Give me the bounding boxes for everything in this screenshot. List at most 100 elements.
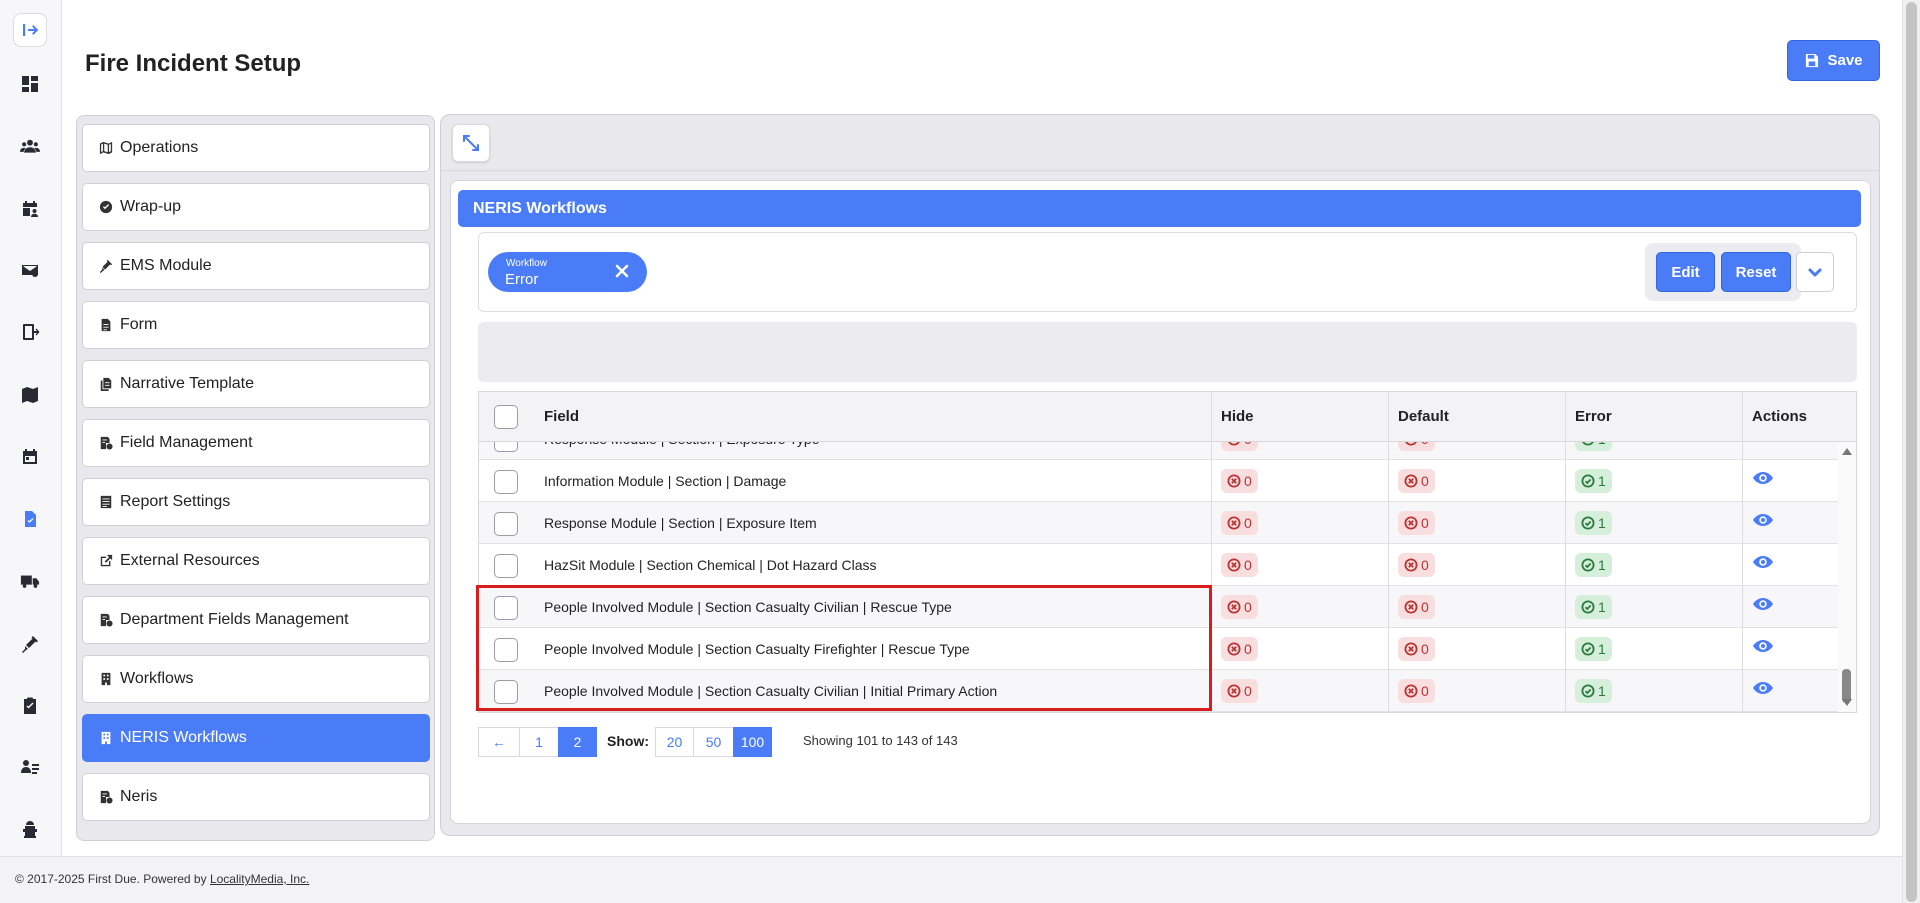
menu-item-narrative-template[interactable]: Narrative Template: [82, 360, 430, 408]
menu-item-ems-module[interactable]: EMS Module: [82, 242, 430, 290]
report-icon: [100, 495, 112, 509]
menu-item-workflows[interactable]: Workflows: [82, 655, 430, 703]
table-row: Response Module | Section | Exposure Typ…: [479, 442, 1838, 460]
mail-icon[interactable]: [12, 252, 48, 288]
table-row: People Involved Module | Section Casualt…: [479, 586, 1838, 628]
page-size-100[interactable]: 100: [733, 727, 772, 757]
table-row: HazSit Module | Section Chemical | Dot H…: [479, 544, 1838, 586]
sign-in-icon[interactable]: [13, 13, 47, 47]
menu-item-form[interactable]: Form: [82, 301, 430, 349]
error-badge: 1: [1575, 637, 1612, 661]
expand-button[interactable]: [452, 124, 490, 162]
save-button[interactable]: Save: [1787, 40, 1880, 81]
truck-icon[interactable]: [12, 563, 48, 599]
prev-page-button[interactable]: ←: [478, 727, 520, 757]
x-circle-icon: [1404, 558, 1418, 572]
dashboard-icon[interactable]: [12, 66, 48, 102]
field-name: People Involved Module | Section Casualt…: [544, 641, 970, 657]
collapse-filter-button[interactable]: [1796, 252, 1834, 292]
row-checkbox[interactable]: [494, 680, 518, 704]
menu-item-neris-workflows[interactable]: NERIS Workflows: [82, 714, 430, 762]
calendar-icon[interactable]: [12, 439, 48, 475]
users-icon[interactable]: [12, 128, 48, 164]
footer: © 2017-2025 First Due. Powered by Locali…: [0, 856, 1902, 903]
error-badge: 1: [1575, 679, 1612, 703]
close-icon[interactable]: [612, 261, 632, 281]
default-badge: 0: [1398, 595, 1435, 619]
col-error[interactable]: Error: [1575, 408, 1612, 425]
menu-item-operations[interactable]: Operations: [82, 124, 430, 172]
scroll-up-arrow-icon[interactable]: [1842, 448, 1852, 455]
eye-icon[interactable]: [1753, 442, 1773, 449]
default-badge: 0: [1398, 511, 1435, 535]
calendar-user-icon[interactable]: [12, 191, 48, 227]
hide-badge: 0: [1221, 511, 1258, 535]
syringe-icon[interactable]: [12, 626, 48, 662]
eye-icon[interactable]: [1753, 597, 1773, 617]
x-circle-icon: [1404, 600, 1418, 614]
floppy-disk-icon: [1806, 53, 1819, 68]
toolbar-divider: [441, 170, 1879, 171]
menu-item-report-settings[interactable]: Report Settings: [82, 478, 430, 526]
page-1-button[interactable]: 1: [519, 727, 559, 757]
hydrant-icon[interactable]: [12, 811, 48, 847]
clipboard-check-icon[interactable]: [12, 501, 48, 537]
page-2-button[interactable]: 2: [558, 727, 597, 757]
page-size-50[interactable]: 50: [693, 727, 734, 757]
field-name: Information Module | Section | Damage: [544, 473, 787, 489]
x-circle-icon: [1404, 684, 1418, 698]
scroll-down-arrow-icon[interactable]: [1842, 699, 1852, 706]
menu-item-neris[interactable]: Neris: [82, 773, 430, 821]
hide-badge: 0: [1221, 595, 1258, 619]
reset-button[interactable]: Reset: [1721, 252, 1791, 292]
workflow-filter-chip[interactable]: Workflow Error: [488, 252, 647, 292]
check-circle-icon: [1582, 442, 1594, 446]
row-checkbox[interactable]: [494, 470, 518, 494]
showing-count: Showing 101 to 143 of 143: [803, 733, 958, 748]
eye-icon[interactable]: [1753, 513, 1773, 533]
col-default[interactable]: Default: [1398, 408, 1449, 425]
eye-icon[interactable]: [1753, 471, 1773, 491]
select-all-checkbox[interactable]: [494, 405, 518, 429]
default-badge: 0: [1398, 553, 1435, 577]
show-label: Show:: [607, 733, 649, 749]
field-name: People Involved Module | Section Casualt…: [544, 683, 998, 699]
col-field[interactable]: Field: [544, 408, 579, 425]
row-checkbox[interactable]: [494, 596, 518, 620]
col-hide[interactable]: Hide: [1221, 408, 1254, 425]
x-circle-icon: [1227, 516, 1241, 530]
save-label: Save: [1827, 52, 1863, 69]
page-title: Fire Incident Setup: [85, 50, 302, 77]
table-header: Field Hide Default Error Actions: [479, 392, 1856, 442]
edit-button[interactable]: Edit: [1656, 252, 1715, 292]
x-circle-icon: [1404, 516, 1418, 530]
checklist-icon[interactable]: [12, 688, 48, 724]
eye-icon[interactable]: [1753, 639, 1773, 659]
row-checkbox[interactable]: [494, 554, 518, 578]
row-checkbox[interactable]: [494, 638, 518, 662]
page-size-20[interactable]: 20: [655, 727, 694, 757]
row-checkbox[interactable]: [494, 442, 518, 452]
error-badge: 1: [1575, 442, 1612, 451]
company-link[interactable]: LocalityMedia, Inc.: [210, 872, 309, 886]
menu-item-external-resources[interactable]: External Resources: [82, 537, 430, 585]
field-name: HazSit Module | Section Chemical | Dot H…: [544, 557, 877, 573]
person-list-icon[interactable]: [12, 749, 48, 785]
check-circle-icon: [1581, 516, 1595, 530]
x-circle-icon: [1227, 600, 1241, 614]
table-scrollbar[interactable]: [1838, 442, 1856, 712]
map-icon[interactable]: [12, 377, 48, 413]
page-scrollbar[interactable]: [1902, 0, 1920, 903]
menu-item-field-management[interactable]: Field Management: [82, 419, 430, 467]
row-checkbox[interactable]: [494, 512, 518, 536]
error-badge: 1: [1575, 469, 1612, 493]
workflow-table: Field Hide Default Error Actions Respons…: [478, 391, 1857, 713]
eye-icon[interactable]: [1753, 555, 1773, 575]
menu-item-department-fields-management[interactable]: Department Fields Management: [82, 596, 430, 644]
eye-icon[interactable]: [1753, 681, 1773, 701]
menu-item-wrap-up[interactable]: Wrap-up: [82, 183, 430, 231]
default-badge: 0: [1398, 637, 1435, 661]
device-icon[interactable]: [12, 314, 48, 350]
scroll-thumb[interactable]: [1842, 669, 1851, 703]
table-body[interactable]: Response Module | Section | Exposure Typ…: [479, 442, 1838, 712]
